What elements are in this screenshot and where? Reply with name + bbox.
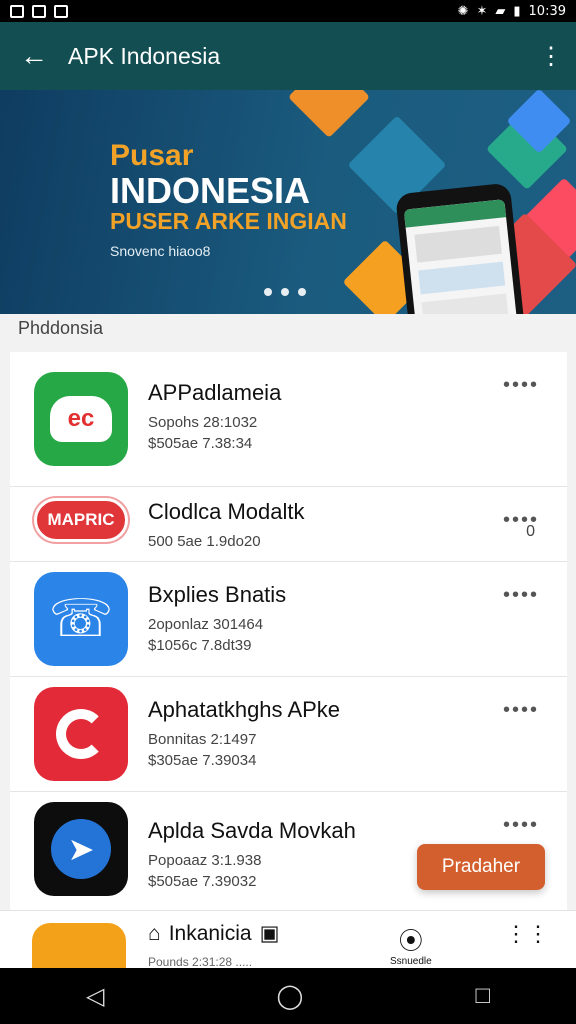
bluetooth-icon: ✶ (476, 3, 488, 19)
app-meta: Popoaaz 3:1.938 (148, 852, 262, 869)
phone-icon: ☏ (34, 572, 128, 666)
status-bar: ✺ ✶ ▰ ▮ 10:39 (0, 0, 576, 22)
download-icon (54, 4, 68, 18)
app-title: APK Indonesia (68, 42, 221, 69)
app-icon-partial (32, 923, 126, 969)
signal-icon: ▰ (495, 3, 506, 19)
app-list: ec APPadlameia Sopohs 28:1032 $505ae 7.3… (10, 352, 567, 912)
compass-icon: ➤ (34, 802, 128, 896)
tab-location[interactable]: ⦿ Ssnuedle (390, 921, 432, 967)
brand-badge: MAPRIC (34, 498, 128, 542)
tab-home[interactable]: ⌂ Inkanicia ▣ (148, 921, 279, 946)
list-item[interactable]: Aphatatkhghs APke Bonnitas 2:1497 $305ae… (10, 677, 567, 792)
more-options-icon[interactable]: •••• (503, 374, 539, 397)
system-nav-bar: ◁ ◯ □ (0, 968, 576, 1024)
app-meta: $505ae 7.38:34 (148, 435, 253, 452)
tab-home-label: Inkanicia (168, 921, 252, 945)
app-name: APPadlameia (148, 380, 282, 405)
banner-line2: INDONESIA (110, 170, 311, 211)
list-item[interactable]: ☏ Bxplies Bnatis 2oponlaz 301464 $1056c … (10, 562, 567, 677)
bookmark-icon: ▣ (259, 922, 280, 945)
more-options-icon[interactable]: •••• (503, 584, 539, 607)
banner-line4: Snovenc hiaoo8 (110, 243, 211, 259)
tab-location-label: Ssnuedle (390, 956, 432, 967)
promo-banner[interactable]: Pusar INDONESIA PUSER ARKE INGIAN Snoven… (0, 90, 576, 314)
battery-icon: ▮ (513, 3, 521, 19)
notification-icon (10, 4, 24, 18)
tab-home-sub: Pounds 2:31:28 ..... (148, 955, 253, 969)
home-nav-icon[interactable]: ◯ (277, 982, 304, 1011)
app-meta: 500 5ae 1.9do20 (148, 533, 261, 550)
bottom-tabbar: ⌂ Inkanicia ▣ Pounds 2:31:28 ..... ⦿ Ssn… (0, 910, 576, 969)
app-name: Aphatatkhghs APke (148, 697, 341, 722)
app-meta: Bonnitas 2:1497 (148, 731, 257, 748)
section-title: Phddonsia (18, 318, 104, 338)
grid-menu-icon[interactable]: ⋮⋮ (505, 921, 549, 947)
list-item[interactable]: MAPRIC Clodlca Modaltk 500 5ae 1.9do20 •… (10, 487, 567, 562)
app-meta: $505ae 7.39032 (148, 873, 257, 890)
row-count: 0 (526, 523, 535, 540)
location-pin-icon: ⦿ (398, 928, 423, 955)
app-meta: 2oponlaz 301464 (148, 616, 264, 633)
status-time: 10:39 (528, 3, 566, 19)
back-arrow-icon[interactable]: ← (0, 22, 68, 90)
camera-icon (32, 4, 46, 18)
vibrate-icon: ✺ (457, 3, 469, 19)
music-icon (34, 687, 128, 781)
list-item[interactable]: ➤ Aplda Savda Movkah Popoaaz 3:1.938 $50… (10, 792, 567, 912)
app-meta: $1056c 7.8dt39 (148, 637, 252, 654)
app-name: Aplda Savda Movkah (148, 818, 356, 843)
install-button[interactable]: Pradaher (417, 844, 545, 890)
app-bar: ← APK Indonesia ⋮ (0, 22, 576, 90)
list-item[interactable]: ec APPadlameia Sopohs 28:1032 $505ae 7.3… (10, 352, 567, 487)
carousel-dots[interactable] (264, 288, 306, 296)
recents-nav-icon[interactable]: □ (475, 982, 490, 1010)
green-badge-icon: ec (34, 372, 128, 466)
banner-line1: Pusar (110, 139, 194, 172)
back-nav-icon[interactable]: ◁ (86, 982, 104, 1011)
more-options-icon[interactable]: •••• (503, 814, 539, 837)
overflow-menu-icon[interactable]: ⋮ (526, 42, 576, 71)
app-meta: $305ae 7.39034 (148, 752, 257, 769)
app-meta: Sopohs 28:1032 (148, 414, 258, 431)
home-icon: ⌂ (148, 921, 161, 945)
banner-line3: PUSER ARKE INGIAN (110, 208, 347, 234)
more-options-icon[interactable]: •••• (503, 699, 539, 722)
app-name: Clodlca Modaltk (148, 499, 305, 524)
phone-illustration-icon (395, 182, 530, 314)
app-name: Bxplies Bnatis (148, 582, 287, 607)
